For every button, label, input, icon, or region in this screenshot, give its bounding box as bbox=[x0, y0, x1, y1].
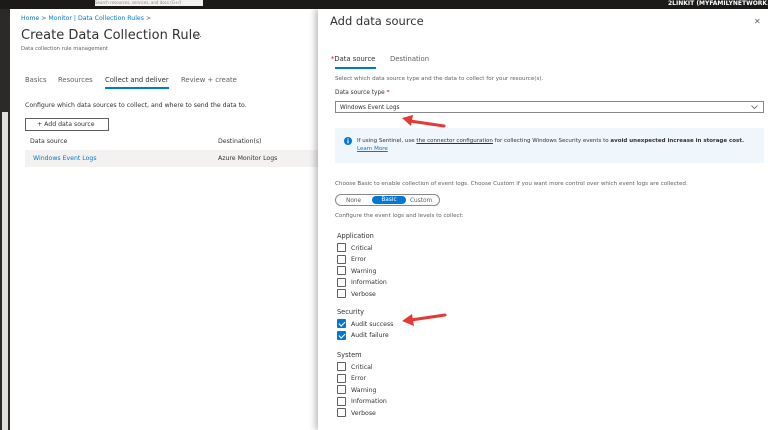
checkbox-system-critical[interactable] bbox=[337, 362, 346, 371]
choose-instructions: Choose Basic to enable collection of eve… bbox=[335, 181, 688, 187]
checkbox-label: Error bbox=[351, 256, 367, 263]
checkbox-system-verbose[interactable] bbox=[337, 408, 346, 417]
checkbox-application-critical[interactable] bbox=[337, 243, 346, 252]
panel-title: Add data source bbox=[330, 14, 424, 28]
configure-text: Configure the event logs and levels to c… bbox=[335, 213, 464, 219]
active-tab-indicator bbox=[335, 67, 376, 69]
checkbox-system-error[interactable] bbox=[337, 373, 346, 383]
annotation-arrow bbox=[402, 115, 446, 128]
checkbox-label: Audit failure bbox=[351, 332, 389, 339]
tab-basics[interactable]: Basics bbox=[25, 76, 47, 84]
toggle-basic[interactable]: Basic bbox=[372, 196, 406, 204]
table-row[interactable]: Windows Event Logs Azure Monitor Logs bbox=[25, 150, 318, 167]
close-icon[interactable]: ✕ bbox=[754, 17, 761, 26]
tab-collect-and-deliver[interactable]: Collect and deliver bbox=[105, 76, 169, 84]
group-title-system: System bbox=[337, 351, 362, 359]
tab-resources[interactable]: Resources bbox=[58, 76, 93, 84]
checkbox-application-verbose[interactable] bbox=[337, 289, 346, 298]
toggle-custom[interactable]: Custom bbox=[410, 198, 432, 204]
add-data-source-panel: Add data source ✕ *Data source Destinati… bbox=[318, 9, 768, 430]
active-tab-indicator bbox=[105, 87, 169, 89]
tab-data-source[interactable]: *Data source bbox=[331, 55, 375, 63]
checkbox-application-information[interactable] bbox=[337, 277, 346, 287]
checkbox-label: Audit success bbox=[351, 320, 394, 328]
collection-mode-toggle: None Basic Custom bbox=[335, 194, 440, 206]
info-icon bbox=[344, 137, 352, 145]
checkbox-system-information[interactable] bbox=[337, 396, 346, 406]
scrollbar[interactable] bbox=[2, 112, 8, 430]
page-title: Create Data Collection Rule bbox=[21, 28, 201, 43]
instructions-text: Configure which data sources to collect,… bbox=[25, 102, 247, 109]
checkbox-label: Warning bbox=[351, 386, 377, 394]
learn-more-link[interactable]: Learn More bbox=[357, 146, 388, 152]
plus-icon: + bbox=[37, 121, 43, 128]
breadcrumb: Home > Monitor | Data Collection Rules > bbox=[21, 15, 152, 22]
group-title-application: Application bbox=[337, 232, 374, 240]
checkbox-security-audit-success[interactable] bbox=[337, 319, 346, 328]
page-subtitle: Data collection rule management bbox=[21, 46, 109, 52]
account-name[interactable]: 2LINKIT (MYFAMILYNETWORK.O... bbox=[668, 0, 768, 8]
annotation-arrow bbox=[402, 313, 447, 326]
add-data-source-button[interactable]: + Add data source bbox=[25, 118, 109, 131]
search-input[interactable]: Search resources, services, and docs (G+… bbox=[95, 0, 203, 6]
checkbox-application-error[interactable] bbox=[337, 254, 346, 264]
checkbox-label: Critical bbox=[351, 363, 373, 371]
info-banner: If using Sentinel, use the connector con… bbox=[335, 128, 764, 163]
data-source-type-label: Data source type * bbox=[335, 90, 390, 96]
destination-cell: Azure Monitor Logs bbox=[218, 155, 278, 162]
checkbox-label: Warning bbox=[351, 267, 377, 275]
group-title-security: Security bbox=[337, 308, 365, 316]
checkbox-label: Verbose bbox=[351, 409, 376, 417]
data-source-link[interactable]: Windows Event Logs bbox=[33, 155, 97, 162]
checkbox-label: Critical bbox=[351, 244, 373, 252]
checkbox-label: Information bbox=[351, 279, 387, 286]
connector-configuration-link[interactable]: the connector configuration bbox=[416, 138, 493, 144]
breadcrumb-home[interactable]: Home bbox=[21, 15, 39, 22]
checkbox-system-warning[interactable] bbox=[337, 385, 346, 394]
select-instructions: Select which data source type and the da… bbox=[335, 76, 544, 82]
tab-destination[interactable]: Destination bbox=[390, 55, 429, 63]
checkbox-security-audit-failure[interactable] bbox=[337, 330, 346, 340]
column-header-data-source: Data source bbox=[30, 138, 68, 145]
checkbox-application-warning[interactable] bbox=[337, 266, 346, 275]
checkbox-label: Error bbox=[351, 375, 367, 382]
checkbox-label: Information bbox=[351, 398, 387, 405]
tab-review-create[interactable]: Review + create bbox=[181, 76, 237, 84]
column-header-destinations: Destination(s) bbox=[218, 138, 262, 145]
more-options-button[interactable]: ... bbox=[194, 30, 202, 39]
toggle-none[interactable]: None bbox=[346, 198, 361, 204]
breadcrumb-monitor[interactable]: Monitor | Data Collection Rules bbox=[48, 15, 144, 22]
checkbox-label: Verbose bbox=[351, 290, 376, 298]
chevron-down-icon bbox=[751, 105, 758, 110]
